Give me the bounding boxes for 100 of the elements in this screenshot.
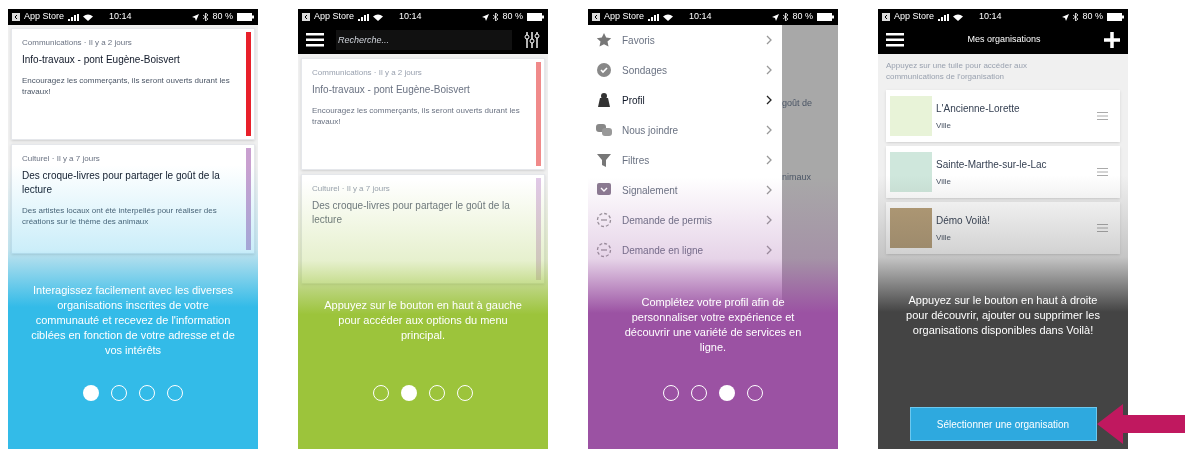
wifi-icon <box>373 13 384 21</box>
card-excerpt: Encouragez les commerçants, ils seront ouverts durant les travaux! <box>22 75 231 97</box>
menu-label: Signalement <box>622 183 679 198</box>
chevron-icon <box>766 125 772 135</box>
organization-name: L'Ancienne-Lorette <box>936 101 1021 116</box>
drag-handle-icon <box>1097 224 1108 232</box>
card-excerpt: Des artistes locaux ont été interpellés pour réaliser des créations sur le thème des animaux <box>22 205 218 227</box>
card-title: Des croque-livres pour partager le goût de la lecture <box>22 169 221 197</box>
signal-icon <box>358 13 370 21</box>
back-app-icon <box>12 13 20 21</box>
screen-title: Mes organisations <box>967 32 1041 46</box>
news-card[interactable]: Communications · Il y a 2 jours Info-travaux - pont Eugène-Boisvert Encouragez les commerçants, ils seront ouverts durant les travaux! <box>301 58 545 170</box>
menu-item[interactable]: Sondages <box>588 55 782 85</box>
chat-icon <box>596 122 612 138</box>
select-organization-button[interactable]: Sélectionner une organisation <box>909 407 1097 441</box>
battery-icon <box>237 13 254 21</box>
status-time: 10:14 <box>979 10 1002 24</box>
dimmed-text: nimaux <box>782 170 812 184</box>
carrier-label: App Store <box>604 10 645 24</box>
card-category: Communications · Il y a 2 jours <box>22 37 133 49</box>
carrier-label: App Store <box>894 10 935 24</box>
location-icon <box>772 13 780 21</box>
drag-handle-icon <box>1097 168 1108 176</box>
carrier-label: App Store <box>314 10 355 24</box>
organization-tile[interactable]: L'Ancienne-Lorette Ville <box>886 90 1120 142</box>
hint-text: Appuyez sur une tuile pour accéder aux communications de l'organisation <box>885 60 1028 82</box>
card-title: Info-travaux - pont Eugène-Boisvert <box>312 83 471 97</box>
bluetooth-icon <box>783 13 789 21</box>
wifi-icon <box>663 13 674 21</box>
battery-percent: 80 % <box>212 10 233 24</box>
battery-icon <box>817 13 834 21</box>
logo-placeholder <box>890 96 932 136</box>
signal-icon <box>68 13 80 21</box>
menu-label: Sondages <box>622 63 669 78</box>
location-icon <box>192 13 200 21</box>
funnel-icon <box>596 152 612 168</box>
dimmed-text: goût de <box>782 97 814 110</box>
organization-tile[interactable]: Sainte-Marthe-sur-le-Lac Ville <box>886 146 1120 198</box>
chevron-icon <box>766 245 772 255</box>
person-icon <box>596 92 612 108</box>
status-time: 10:14 <box>109 10 132 24</box>
organization-tile[interactable]: Démo Voilà! Ville <box>886 202 1120 254</box>
back-app-icon <box>592 13 600 21</box>
menu-label: Demande en ligne <box>622 243 705 258</box>
battery-percent: 80 % <box>502 10 523 24</box>
location-icon <box>1062 13 1070 21</box>
organization-type: Ville <box>936 175 952 188</box>
search-field[interactable]: Recherche... <box>336 29 512 50</box>
filter-icon[interactable] <box>524 31 540 48</box>
back-app-icon <box>302 13 310 21</box>
battery-icon <box>527 13 544 21</box>
status-time: 10:14 <box>689 10 712 24</box>
battery-icon <box>1107 13 1124 21</box>
tutorial-message: Appuyez sur le bouton en haut à gauche pour accéder aux options du menu principal. <box>323 298 523 343</box>
back-app-icon <box>882 13 890 21</box>
menu-label: Filtres <box>622 153 651 168</box>
tutorial-message: Interagissez facilement avec les diverses organisations inscrites de votre communauté et recevez de l'information ciblées en fonction de votre adresse et de vos intérêts <box>30 283 236 358</box>
report-icon <box>596 182 612 198</box>
carrier-label: App Store <box>24 10 65 24</box>
logo-placeholder <box>890 208 932 248</box>
wifi-icon <box>953 13 964 21</box>
menu-icon[interactable] <box>886 32 904 47</box>
location-icon <box>482 13 490 21</box>
menu-label: Profil <box>622 93 646 108</box>
tutorial-message: Complétez votre profil afin de personnaliser votre expérience et découvrir une variété de services en ligne. <box>623 295 803 355</box>
check-badge-icon <box>596 62 612 78</box>
menu-item[interactable]: Filtres <box>588 145 782 175</box>
star-icon <box>596 32 612 48</box>
dashed-circle-icon <box>596 212 612 228</box>
card-title: Info-travaux - pont Eugène-Boisvert <box>22 53 181 67</box>
battery-percent: 80 % <box>792 10 813 24</box>
menu-item[interactable]: Profil <box>588 85 782 115</box>
organization-name: Sainte-Marthe-sur-le-Lac <box>936 157 1048 172</box>
news-card[interactable]: Culturel · Il y a 7 jours Des croque-livres pour partager le goût de la lecture Des artistes locaux ont été interpellés pour réaliser des créations sur le thème des animaux <box>11 144 255 254</box>
news-card[interactable]: Communications · Il y a 2 jours Info-travaux - pont Eugène-Boisvert Encouragez les commerçants, ils seront ouverts durant les travaux! <box>11 28 255 140</box>
logo-placeholder <box>890 152 932 192</box>
chevron-icon <box>766 215 772 225</box>
card-category: Communications · Il y a 2 jours <box>312 67 423 79</box>
chevron-icon <box>766 65 772 75</box>
drag-handle-icon <box>1097 112 1108 120</box>
menu-item[interactable]: Favoris <box>588 25 782 55</box>
menu-item[interactable]: Nous joindre <box>588 115 782 145</box>
organization-type: Ville <box>936 231 952 244</box>
status-time: 10:14 <box>399 10 422 24</box>
card-category: Culturel · Il y a 7 jours <box>22 153 101 165</box>
menu-label: Demande de permis <box>622 213 714 228</box>
chevron-icon <box>766 185 772 195</box>
bluetooth-icon <box>493 13 499 21</box>
bluetooth-icon <box>203 13 209 21</box>
dashed-circle-icon <box>596 242 612 258</box>
bluetooth-icon <box>1073 13 1079 21</box>
organization-name: Démo Voilà! <box>936 213 991 228</box>
chevron-icon <box>766 35 772 45</box>
menu-label: Nous joindre <box>622 123 680 138</box>
card-excerpt: Encouragez les commerçants, ils seront ouverts durant les travaux! <box>312 105 521 127</box>
plus-icon[interactable] <box>1104 31 1120 48</box>
signal-icon <box>938 13 950 21</box>
menu-icon[interactable] <box>306 32 324 47</box>
battery-percent: 80 % <box>1082 10 1103 24</box>
chevron-icon <box>766 95 772 105</box>
